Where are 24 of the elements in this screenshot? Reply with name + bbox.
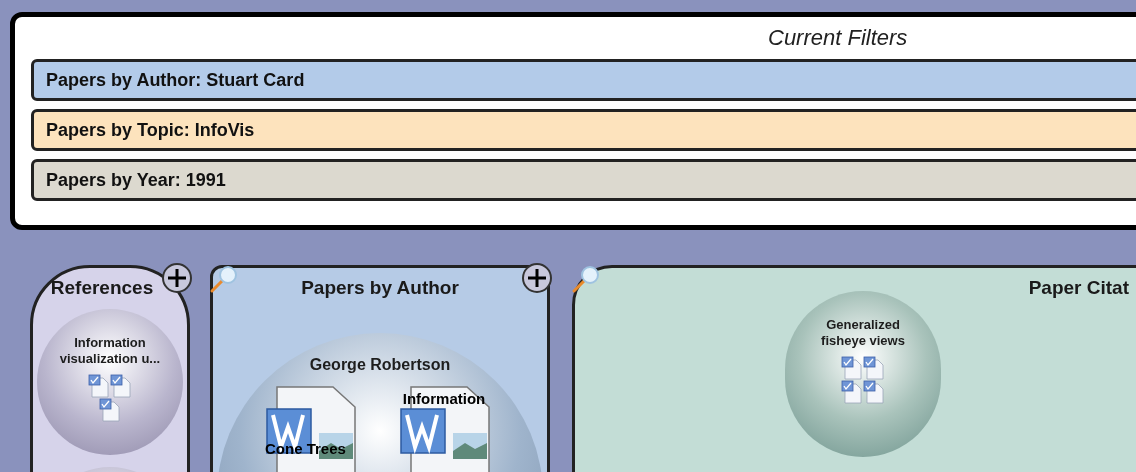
search-icon[interactable]: [209, 264, 239, 294]
bubble-title: George Robertson: [309, 354, 451, 375]
panel-title: Paper Citat: [1028, 276, 1129, 300]
filter-row[interactable]: Papers by Topic: InfoVis: [31, 109, 1136, 152]
document-icon: [841, 380, 863, 405]
add-button[interactable]: [521, 262, 553, 294]
document-icon: [88, 374, 110, 399]
document-icon: [841, 356, 863, 381]
panel-title: Papers by Author: [301, 276, 459, 300]
add-button[interactable]: [161, 262, 193, 294]
bubble-title: Information visualization u...: [58, 334, 162, 369]
filters-title: Current Filters: [768, 25, 909, 52]
search-icon[interactable]: [571, 264, 601, 294]
bubble-title: Generalized fisheye views: [820, 316, 906, 351]
document-icon: [99, 398, 121, 423]
filter-row[interactable]: Papers by Author: Stuart Card: [31, 59, 1136, 102]
document-icon: [863, 380, 885, 405]
panel-title: References: [50, 276, 154, 300]
document-label: Information: [401, 390, 487, 407]
filter-row[interactable]: Papers by Year: 1991: [31, 159, 1136, 202]
paper-bubble[interactable]: Information visualization u...: [37, 308, 183, 455]
paper-bubble[interactable]: Generalized fisheye views: [785, 290, 941, 457]
document-icon: [110, 374, 132, 399]
document-icon: [863, 356, 885, 381]
